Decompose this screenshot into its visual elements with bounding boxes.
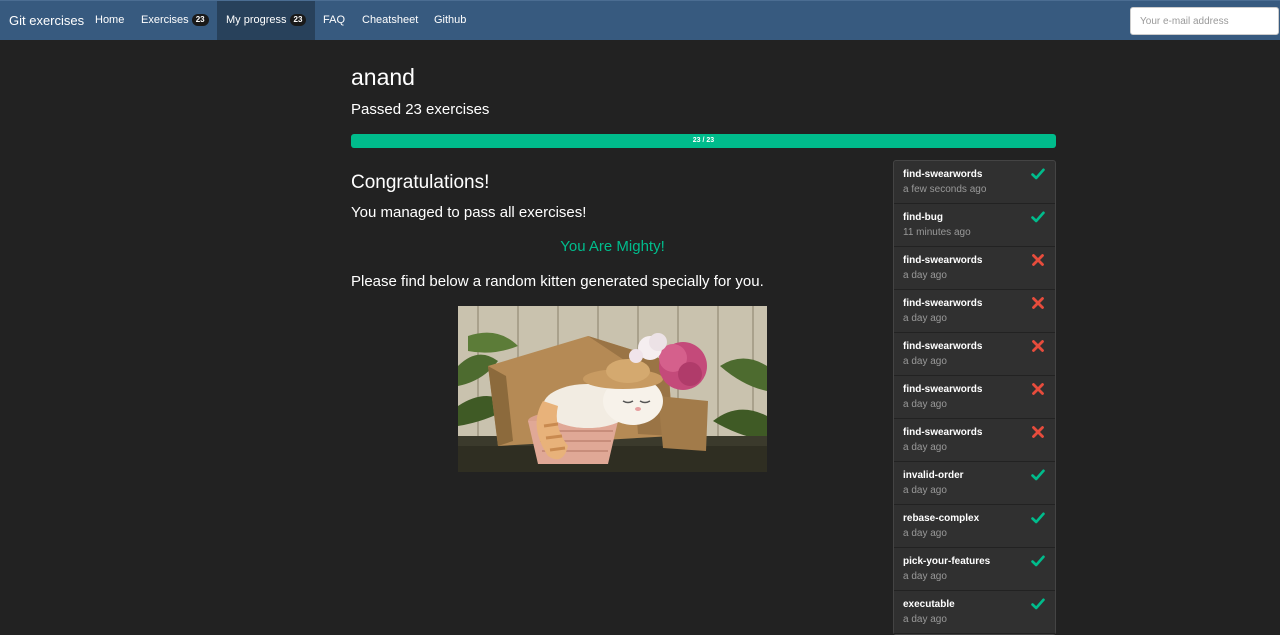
progress-bar-fill: 23 / 23 <box>351 134 1056 148</box>
email-input[interactable] <box>1130 7 1279 35</box>
brand-link[interactable]: Git exercises <box>9 13 84 28</box>
nav-item-label: Cheatsheet <box>362 14 419 26</box>
nav-item-label: Exercises <box>141 14 189 26</box>
nav-item-label: Home <box>95 14 125 26</box>
username-heading: anand <box>351 64 415 90</box>
history-item[interactable]: executable a day ago <box>894 591 1055 634</box>
history-item[interactable]: pick-your-features a day ago <box>894 548 1055 591</box>
history-item[interactable]: find-swearwords a day ago <box>894 419 1055 462</box>
progress-bar: 23 / 23 <box>351 134 1056 148</box>
check-icon <box>1031 511 1045 525</box>
kitten-image <box>458 306 767 472</box>
history-item[interactable]: find-swearwords a few seconds ago <box>894 161 1055 204</box>
attempt-time: a few seconds ago <box>903 184 987 195</box>
nav-item-my-progress[interactable]: My progress 23 <box>217 1 316 40</box>
attempt-time: a day ago <box>903 528 947 539</box>
cross-icon <box>1031 253 1045 267</box>
nav-item-home[interactable]: Home <box>86 1 133 40</box>
attempt-time: a day ago <box>903 571 947 582</box>
progress-count-badge: 23 <box>289 14 307 26</box>
all-passed-text: You managed to pass all exercises! <box>351 204 587 221</box>
attempt-time: a day ago <box>903 356 947 367</box>
nav-item-cheatsheet[interactable]: Cheatsheet <box>353 1 427 40</box>
history-item[interactable]: find-swearwords a day ago <box>894 333 1055 376</box>
check-icon <box>1031 554 1045 568</box>
cross-icon <box>1031 296 1045 310</box>
attempt-time: a day ago <box>903 442 947 453</box>
attempt-time: a day ago <box>903 270 947 281</box>
attempt-time: a day ago <box>903 313 947 324</box>
cross-icon <box>1031 339 1045 353</box>
nav-item-faq[interactable]: FAQ <box>314 1 354 40</box>
nav-item-exercises[interactable]: Exercises 23 <box>132 1 218 40</box>
check-icon <box>1031 210 1045 224</box>
history-item[interactable]: find-swearwords a day ago <box>894 290 1055 333</box>
history-item[interactable]: rebase-complex a day ago <box>894 505 1055 548</box>
history-item[interactable]: invalid-order a day ago <box>894 462 1055 505</box>
nav-item-github[interactable]: Github <box>425 1 475 40</box>
history-item[interactable]: find-swearwords a day ago <box>894 376 1055 419</box>
congratulations-heading: Congratulations! <box>351 172 490 193</box>
cross-icon <box>1031 425 1045 439</box>
attempt-time: a day ago <box>903 485 947 496</box>
mighty-text: You Are Mighty! <box>560 238 665 255</box>
check-icon <box>1031 597 1045 611</box>
kitten-intro-text: Please find below a random kitten genera… <box>351 273 764 290</box>
top-navbar: Git exercises Home Exercises 23 My progre… <box>0 0 1280 40</box>
attempt-time: 11 minutes ago <box>903 227 971 238</box>
nav-item-label: FAQ <box>323 14 346 26</box>
check-icon <box>1031 167 1045 181</box>
passed-count-text: Passed 23 exercises <box>351 101 490 118</box>
history-item[interactable]: find-swearwords a day ago <box>894 247 1055 290</box>
history-item[interactable]: find-bug 11 minutes ago <box>894 204 1055 247</box>
exercises-count-badge: 23 <box>191 14 209 26</box>
nav-item-label: Github <box>434 14 467 26</box>
attempt-time: a day ago <box>903 399 947 410</box>
nav-item-label: My progress <box>226 14 287 26</box>
cross-icon <box>1031 382 1045 396</box>
attempt-time: a day ago <box>903 614 947 625</box>
attempt-history-list: find-swearwords a few seconds ago find-bug… <box>893 160 1056 635</box>
check-icon <box>1031 468 1045 482</box>
